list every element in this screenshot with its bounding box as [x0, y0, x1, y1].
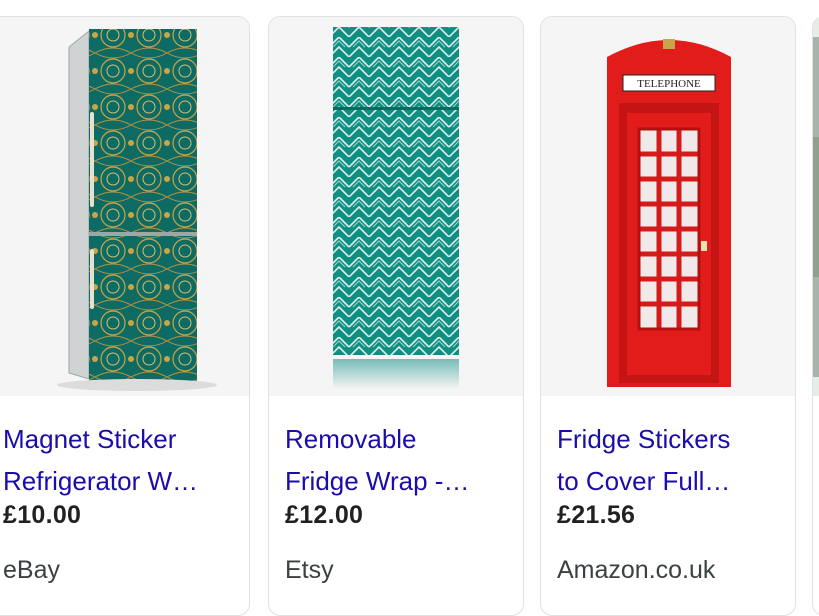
shopping-results-strip: Magnet Sticker Refrigerator W… £10.00 eB… — [0, 0, 819, 616]
product-title-line: Magnet Sticker — [3, 424, 177, 454]
telephone-sign-text: TELEPHONE — [637, 78, 701, 90]
product-card[interactable]: TELEPHONE Fridge Stickers to Cover Full…… — [540, 16, 796, 616]
product-card[interactable]: Removable Fridge Wrap -… £12.00 Etsy — [268, 16, 524, 616]
product-title-line: Fridge Wrap -… — [285, 466, 470, 496]
chevron-fridge-illustration — [333, 27, 459, 389]
product-title-link[interactable]: Magnet Sticker Refrigerator W… — [3, 418, 225, 502]
product-image[interactable] — [813, 17, 819, 396]
product-card[interactable]: Magnet Sticker Refrigerator W… £10.00 eB… — [0, 16, 250, 616]
product-image[interactable]: TELEPHONE — [541, 17, 795, 396]
product-title-line: Removable — [285, 424, 417, 454]
store-name: Etsy — [285, 556, 334, 584]
product-title-line: to Cover Full… — [557, 466, 731, 496]
partial-product-illustration — [813, 37, 819, 377]
product-title-line: Refrigerator W… — [3, 466, 199, 496]
product-price: £21.56 — [557, 501, 636, 529]
product-card-partial[interactable] — [812, 16, 819, 616]
store-name: eBay — [3, 556, 60, 584]
product-title-line: Fridge Stickers — [557, 424, 731, 454]
product-price: £12.00 — [285, 501, 364, 529]
product-title-link[interactable]: Fridge Stickers to Cover Full… — [557, 418, 779, 502]
product-title-link[interactable]: Removable Fridge Wrap -… — [285, 418, 507, 502]
store-name: Amazon.co.uk — [557, 556, 716, 584]
product-image[interactable] — [269, 17, 523, 396]
telephone-box-illustration: TELEPHONE — [607, 39, 731, 387]
paisley-fridge-illustration — [57, 29, 217, 391]
product-price: £10.00 — [3, 501, 82, 529]
window-grid — [637, 127, 701, 331]
product-image[interactable] — [0, 17, 249, 396]
